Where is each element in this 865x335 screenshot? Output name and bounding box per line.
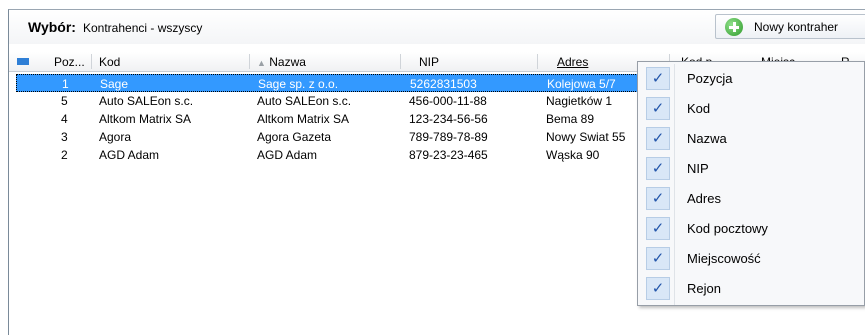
filter-toolbar: Wybór: Kontrahenci - wszyscy Nowy kontra…	[9, 10, 865, 44]
cell-adres: Nagietków 1	[546, 94, 613, 108]
cell-nazwa: Altkom Matrix SA	[257, 112, 350, 126]
filter-value[interactable]: Kontrahenci - wszyscy	[83, 21, 202, 35]
check-icon: ✓	[646, 187, 670, 210]
cell-kod: AGD Adam	[99, 148, 160, 162]
cell-poz: 1	[62, 77, 69, 91]
cell-kod: Agora	[99, 130, 132, 144]
cell-nazwa: Sage sp. z o.o.	[258, 77, 339, 91]
menu-item-nazwa[interactable]: ✓ Nazwa	[641, 124, 865, 153]
sort-ascending-icon: ▲	[257, 58, 266, 68]
menu-item-label: NIP	[687, 161, 709, 176]
column-separator[interactable]	[91, 54, 92, 69]
check-icon: ✓	[646, 67, 670, 90]
cell-adres: Wąska 90	[546, 148, 600, 162]
cell-adres: Bema 89	[546, 112, 595, 126]
column-separator[interactable]	[537, 54, 538, 69]
check-icon: ✓	[646, 127, 670, 150]
menu-item-miejscowosc[interactable]: ✓ Miejscowość	[641, 244, 865, 273]
cell-poz: 4	[61, 112, 68, 126]
column-separator[interactable]	[400, 54, 401, 69]
check-icon: ✓	[646, 157, 670, 180]
check-icon: ✓	[646, 247, 670, 270]
cell-nazwa: Agora Gazeta	[257, 130, 332, 144]
column-header-poz[interactable]: Poz...	[54, 55, 85, 69]
menu-item-kod-pocztowy[interactable]: ✓ Kod pocztowy	[641, 214, 865, 243]
cell-adres: Kolejowa 5/7	[547, 77, 616, 91]
menu-item-pozycja[interactable]: ✓ Pozycja	[641, 64, 865, 93]
cell-kod: Altkom Matrix SA	[99, 112, 192, 126]
menu-item-label: Kod pocztowy	[687, 221, 768, 236]
cell-kod: Auto SALEon s.c.	[99, 94, 194, 108]
menu-item-label: Kod	[687, 101, 711, 116]
column-header-nazwa-label: Nazwa	[269, 55, 306, 69]
menu-item-label: Pozycja	[687, 71, 733, 86]
select-all-marker[interactable]	[17, 58, 29, 65]
cell-poz: 2	[61, 148, 68, 162]
cell-adres: Nowy Swiat 55	[546, 130, 626, 144]
cell-poz: 3	[61, 130, 68, 144]
new-contractor-label: Nowy kontraher	[754, 20, 839, 34]
cell-nip: 456-000-11-88	[409, 94, 487, 108]
cell-nip: 879-23-23-465	[409, 148, 488, 162]
menu-item-adres[interactable]: ✓ Adres	[641, 184, 865, 213]
filter-label: Wybór:	[28, 19, 76, 35]
new-contractor-button[interactable]: Nowy kontraher	[715, 14, 865, 39]
check-icon: ✓	[646, 97, 670, 120]
column-separator[interactable]	[249, 54, 250, 69]
check-icon: ✓	[646, 217, 670, 240]
cell-nazwa: Auto SALEon s.c.	[257, 94, 352, 108]
cell-nip: 5262831503	[410, 77, 477, 91]
column-chooser-menu: ✓ Pozycja ✓ Kod ✓ Nazwa ✓ NIP ✓ Adres ✓ …	[637, 61, 865, 306]
cell-nazwa: AGD Adam	[257, 148, 318, 162]
cell-nip: 789-789-78-89	[409, 130, 488, 144]
column-header-nip[interactable]: NIP	[419, 55, 439, 69]
cell-nip: 123-234-56-56	[409, 112, 488, 126]
menu-item-rejon[interactable]: ✓ Rejon	[641, 274, 865, 303]
menu-item-label: Adres	[687, 191, 721, 206]
check-icon: ✓	[646, 277, 670, 300]
cell-poz: 5	[61, 94, 68, 108]
menu-item-kod[interactable]: ✓ Kod	[641, 94, 865, 123]
cell-kod: Sage	[100, 77, 129, 91]
add-icon	[725, 18, 743, 36]
menu-item-nip[interactable]: ✓ NIP	[641, 154, 865, 183]
column-header-kod[interactable]: Kod	[99, 55, 120, 69]
menu-item-label: Nazwa	[687, 131, 727, 146]
column-header-nazwa[interactable]: ▲ Nazwa	[257, 55, 306, 69]
menu-item-label: Rejon	[687, 281, 721, 296]
menu-item-label: Miejscowość	[687, 251, 761, 266]
column-header-adres[interactable]: Adres	[557, 55, 588, 69]
